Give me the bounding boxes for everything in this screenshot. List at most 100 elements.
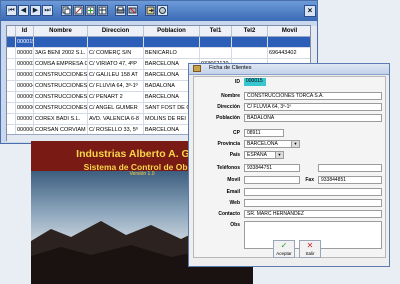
label-movil: Movil (227, 177, 240, 183)
table-cell: C/ VIRIATO 47, 4ºP (88, 59, 144, 69)
table-cell: CONSTRUCCIONES (35, 81, 88, 91)
column-header-direccion[interactable]: Direccion (88, 26, 144, 36)
table-cell: 000015 (17, 37, 34, 47)
table-cell: C/ ANGEL GUIMER (88, 103, 144, 113)
column-header-nombre[interactable]: Nombre (34, 26, 88, 36)
label-cp: CP (233, 130, 240, 136)
check-icon: ✓ (280, 241, 288, 250)
row-indicator[interactable] (7, 103, 16, 113)
nombre-field[interactable]: CONSTRUCCIONES TORCA S.A. (244, 92, 382, 100)
next-record-button[interactable]: ▶ (30, 5, 41, 16)
first-record-button[interactable]: ⏮ (6, 5, 17, 16)
client-form-dialog: Ficha de Clientes ID 000015 Nombre CONST… (188, 63, 390, 267)
dialog-titlebar: Ficha de Clientes (189, 64, 389, 75)
tel1-field[interactable]: 933844751 (244, 164, 300, 172)
table-row[interactable]: 000015 (7, 37, 310, 48)
column-header-id[interactable]: Id (16, 26, 34, 36)
dialog-title: Ficha de Clientes (209, 65, 252, 71)
options-icon[interactable] (157, 5, 168, 16)
tel2-field[interactable] (318, 164, 382, 172)
accept-button[interactable]: ✓ Aceptar (273, 240, 295, 258)
id-field: 000015 (244, 78, 266, 86)
pais-value: ESPAÑA (247, 152, 267, 158)
table-cell: 000007 (17, 114, 34, 124)
exit-button[interactable]: ✕ Salir (299, 240, 321, 258)
table-header: Id Nombre Direccion Poblacion Tel1 Tel2 … (7, 26, 310, 37)
table-cell: CONSTRUCCIONES (35, 103, 88, 113)
table-cell (232, 48, 268, 58)
form-panel: ID 000015 Nombre CONSTRUCCIONES TORCA S.… (193, 76, 386, 258)
table-cell: C/ PENART 2 (88, 92, 144, 102)
table-cell: 000001 (17, 48, 34, 58)
poblacion-field[interactable]: BADALONA (244, 114, 382, 122)
print-icon[interactable] (115, 5, 126, 16)
table-cell: BENICARLO (144, 48, 200, 58)
table-cell: C/ COMERÇ S/N (88, 48, 144, 58)
table-cell: C/ FLUVIA 64, 3º-1º (88, 81, 144, 91)
table-cell: COREX BADI S.L. (34, 114, 88, 124)
row-indicator[interactable] (7, 37, 16, 47)
label-web: Web (229, 200, 240, 206)
table-cell (200, 37, 232, 47)
table-cell: 000002 (17, 59, 34, 69)
label-contacto: Contacto (218, 211, 240, 217)
table-cell: COMSA EMPRESA C (35, 59, 88, 69)
table-cell: 3AG BENI 2002 S.L. (34, 48, 88, 58)
accept-label: Aceptar (276, 251, 292, 256)
column-header-movil[interactable]: Movil (268, 26, 310, 36)
column-header-tel1[interactable]: Tel1 (200, 26, 232, 36)
toolbar: ⏮ ◀ ▶ ⏭ × (1, 1, 317, 21)
provincia-select[interactable]: BARCELONA ▼ (244, 140, 300, 148)
pais-select[interactable]: ESPAÑA ▼ (244, 151, 284, 159)
table-cell (268, 37, 310, 47)
web-field[interactable] (244, 199, 382, 207)
table-cell: C/ GALILEU 158 AT (88, 70, 144, 80)
row-indicator[interactable] (7, 48, 16, 58)
chevron-down-icon[interactable]: ▼ (275, 152, 283, 158)
close-icon: ✕ (306, 241, 314, 250)
row-indicator[interactable] (7, 81, 16, 91)
table-row[interactable]: 000001 3AG BENI 2002 S.L. C/ COMERÇ S/N BEN… (7, 48, 310, 59)
row-indicator[interactable] (7, 92, 16, 102)
last-record-button[interactable]: ⏭ (42, 5, 53, 16)
email-field[interactable] (244, 188, 382, 196)
prev-record-button[interactable]: ◀ (18, 5, 29, 16)
row-indicator[interactable] (7, 70, 16, 80)
fax-field[interactable]: 933844851 (318, 176, 382, 184)
label-email: Email (226, 189, 240, 195)
chevron-down-icon[interactable]: ▼ (291, 141, 299, 147)
exit-icon[interactable] (145, 5, 156, 16)
table-cell: AVD. VALENCIA 6-8 (88, 114, 144, 124)
label-id: ID (235, 79, 240, 85)
table-cell (34, 37, 88, 47)
row-indicator[interactable] (7, 114, 16, 124)
table-cell: 696443402 (268, 48, 310, 58)
column-header-tel2[interactable]: Tel2 (232, 26, 268, 36)
label-obs: Obs (230, 222, 240, 228)
table-cell (200, 48, 232, 58)
cp-field[interactable]: 08911 (244, 129, 284, 137)
row-indicator[interactable] (7, 59, 16, 69)
edit-icon[interactable] (73, 5, 84, 16)
exit-label: Salir (305, 251, 315, 256)
label-pais: País (229, 152, 240, 158)
label-fax: Fax (305, 177, 314, 183)
copy-icon[interactable] (61, 5, 72, 16)
table-cell (144, 37, 200, 47)
delete-icon[interactable] (127, 5, 138, 16)
folder-icon (193, 65, 201, 72)
grid-icon[interactable] (97, 5, 108, 16)
label-telefonos: Teléfonos (216, 165, 240, 171)
contacto-field[interactable]: SR. MARC HERNANDEZ (244, 210, 382, 218)
table-cell: 000003 (17, 70, 34, 80)
close-button[interactable]: × (304, 5, 316, 17)
provincia-value: BARCELONA (247, 141, 278, 147)
table-cell: 000006 (17, 103, 34, 113)
direccion-field[interactable]: C/ FLUVIA 64, 3º-1º (244, 103, 382, 111)
add-icon[interactable] (85, 5, 96, 16)
row-indicator-header (7, 26, 16, 36)
column-header-poblacion[interactable]: Poblacion (144, 26, 200, 36)
label-provincia: Provincia (217, 141, 240, 147)
table-cell: 000005 (17, 92, 34, 102)
label-poblacion: Población (216, 115, 240, 121)
